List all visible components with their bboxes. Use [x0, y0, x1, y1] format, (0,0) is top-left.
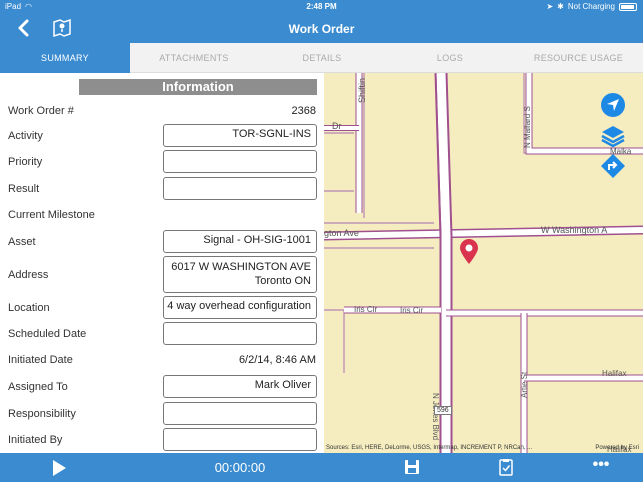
field-assigned-to: Assigned To Mark Oliver: [0, 375, 322, 399]
field-activity: Activity TOR-SGNL-INS: [0, 124, 322, 148]
field-label: Responsibility: [8, 408, 76, 420]
map-powered-by: Powered by Esri: [595, 445, 639, 451]
map-view[interactable]: gton Ave W Washington A Shiftin Dr N Mal…: [324, 73, 643, 453]
field-label: Result: [8, 183, 40, 195]
field-value: 2368: [291, 105, 316, 117]
field-initiated-by: Initiated By: [0, 428, 322, 452]
field-location: Location 4 way overhead configuration: [0, 296, 322, 320]
field-value: 6/2/14, 8:46 AM: [238, 354, 316, 366]
activity-field[interactable]: TOR-SGNL-INS: [163, 124, 317, 147]
field-label: Scheduled Date: [8, 328, 87, 340]
status-bar: iPad ◠ 2:48 PM ➤ ✱ Not Charging: [0, 0, 643, 14]
section-header: Information: [79, 79, 317, 95]
charging-label: Not Charging: [567, 2, 615, 11]
map-canvas: [324, 73, 643, 453]
field-current-milestone: Current Milestone: [0, 204, 322, 226]
tab-summary[interactable]: SUMMARY: [0, 43, 130, 73]
checklist-icon[interactable]: [497, 458, 515, 476]
tab-logs[interactable]: LOGS: [386, 43, 514, 73]
street-label: Dr: [332, 121, 342, 131]
field-initiated-date: Initiated Date 6/2/14, 8:46 AM: [0, 351, 322, 371]
summary-form: Information Work Order # 2368 Activity T…: [0, 73, 322, 453]
field-label: Work Order #: [8, 105, 74, 117]
result-field[interactable]: [163, 177, 317, 200]
field-label: Activity: [8, 130, 43, 142]
location-icon: ➤: [546, 2, 554, 11]
field-responsibility: Responsibility: [0, 402, 322, 426]
field-label: Current Milestone: [8, 209, 95, 221]
location-marker-icon[interactable]: [458, 239, 480, 265]
street-label: Iris Cir: [354, 305, 378, 314]
field-priority: Priority: [0, 150, 322, 174]
field-label: Address: [8, 269, 49, 281]
battery-icon: [619, 2, 637, 11]
play-icon[interactable]: [50, 459, 68, 477]
bottom-toolbar: 00:00:00 •••: [0, 453, 643, 482]
assigned-to-field[interactable]: Mark Oliver: [163, 375, 317, 398]
field-label: Priority: [8, 156, 43, 168]
nav-bar: Work Order: [0, 14, 643, 43]
directions-icon[interactable]: [600, 153, 626, 179]
priority-field[interactable]: [163, 150, 317, 173]
field-work-order: Work Order # 2368: [0, 102, 322, 122]
address-field[interactable]: 6017 W WASHINGTON AVE Toronto ON: [163, 256, 317, 293]
street-label: Iris Cir: [400, 306, 424, 315]
work-order-screen: iPad ◠ 2:48 PM ➤ ✱ Not Charging Work Ord…: [0, 0, 643, 482]
street-label: N Mallard S: [523, 106, 532, 148]
street-label: gton Ave: [324, 228, 359, 238]
tab-resource-usage[interactable]: RESOURCE USAGE: [514, 43, 643, 73]
location-field[interactable]: 4 way overhead configuration: [163, 296, 317, 319]
field-label: Asset: [8, 236, 36, 248]
street-label: Shiftin: [357, 77, 367, 103]
street-label: N Jones Blvd: [431, 393, 440, 441]
street-label: W Washington A: [541, 225, 608, 235]
tab-attachments[interactable]: ATTACHMENTS: [130, 43, 258, 73]
route-shield: 596: [434, 406, 452, 415]
address-line-1: 6017 W WASHINGTON AVE: [171, 261, 311, 273]
address-line-2: Toronto ON: [254, 275, 311, 287]
layers-icon[interactable]: [600, 123, 626, 149]
more-icon[interactable]: •••: [590, 457, 612, 476]
save-icon[interactable]: [403, 458, 421, 476]
scheduled-date-field[interactable]: [163, 322, 317, 345]
tab-details[interactable]: DETAILS: [258, 43, 386, 73]
timer-display: 00:00:00: [214, 460, 266, 475]
status-right: ➤ ✱ Not Charging: [546, 2, 637, 11]
page-title: Work Order: [288, 22, 355, 36]
field-label: Assigned To: [8, 381, 68, 393]
locate-icon[interactable]: [600, 92, 626, 118]
map-attribution: Sources: Esri, HERE, DeLorme, USGS, Inte…: [326, 445, 533, 451]
street-label: Halifax: [602, 369, 627, 378]
field-label: Initiated By: [8, 434, 63, 446]
field-label: Initiated Date: [8, 354, 73, 366]
responsibility-field[interactable]: [163, 402, 317, 425]
field-address: Address 6017 W WASHINGTON AVE Toronto ON: [0, 256, 322, 294]
field-label: Location: [8, 302, 50, 314]
field-scheduled-date: Scheduled Date: [0, 322, 322, 346]
initiated-by-field[interactable]: [163, 428, 317, 451]
tab-bar: SUMMARY ATTACHMENTS DETAILS LOGS RESOURC…: [0, 43, 643, 73]
field-result: Result: [0, 177, 322, 201]
bluetooth-icon: ✱: [557, 2, 564, 11]
asset-field[interactable]: Signal - OH-SIG-1001: [163, 230, 317, 253]
street-label: Artie St: [520, 371, 529, 398]
field-asset: Asset Signal - OH-SIG-1001: [0, 230, 322, 254]
